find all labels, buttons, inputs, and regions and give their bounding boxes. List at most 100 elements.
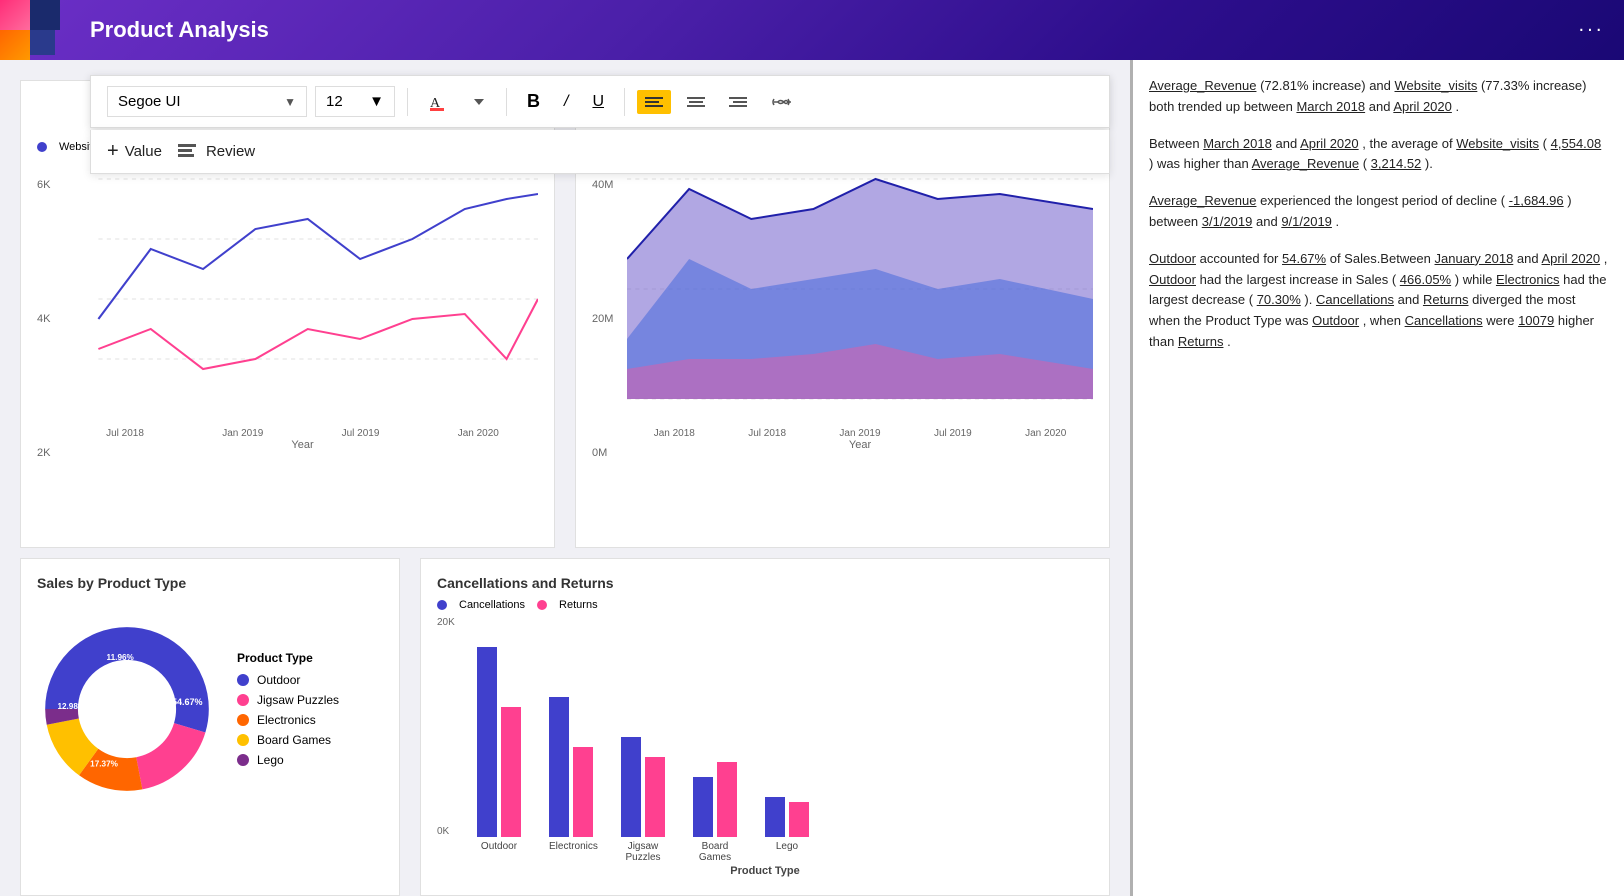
underline-button[interactable]: U <box>584 88 612 116</box>
link-website-visits-1[interactable]: Website_visits <box>1395 78 1478 93</box>
cancellations-chart-box: Cancellations and Returns Cancellations … <box>420 558 1110 896</box>
align-center-button[interactable] <box>679 90 713 114</box>
align-right-button[interactable] <box>721 90 755 114</box>
link-cancellations[interactable]: Cancellations <box>1316 292 1394 307</box>
font-family-selector[interactable]: Segoe UI ▼ <box>107 86 307 117</box>
link-date-end[interactable]: 9/1/2019 <box>1281 214 1332 229</box>
link-returns[interactable]: Returns <box>1423 292 1469 307</box>
link-outdoor-3[interactable]: Outdoor <box>1312 313 1359 328</box>
link-button[interactable] <box>763 90 799 114</box>
x-axis-line-chart: Jul 2018 Jan 2019 Jul 2019 Jan 2020 <box>67 428 538 439</box>
link-pct-decrease[interactable]: 70.30% <box>1257 292 1301 307</box>
link-pct-increase[interactable]: 466.05% <box>1400 272 1451 287</box>
font-color-button[interactable]: A <box>420 87 456 117</box>
link-returns-2[interactable]: Returns <box>1178 334 1224 349</box>
font-color-dropdown[interactable] <box>464 90 494 114</box>
review-button[interactable]: Review <box>178 143 255 160</box>
svg-text:11.96%: 11.96% <box>107 653 135 662</box>
bar-label-boardgames: Board Games <box>693 841 737 863</box>
svg-text:54.67%: 54.67% <box>172 697 203 707</box>
bold-button[interactable]: B <box>519 86 548 117</box>
italic-button[interactable]: / <box>556 88 576 116</box>
link-jan2018[interactable]: January 2018 <box>1435 251 1514 266</box>
logo-orange <box>0 30 30 60</box>
logo-pink <box>0 0 30 30</box>
link-avg-revenue-3[interactable]: Average_Revenue <box>1149 193 1256 208</box>
legend-label-outdoor: Outdoor <box>257 673 300 687</box>
link-avg-revenue-1[interactable]: Average_Revenue <box>1149 78 1256 93</box>
legend-label-returns: Returns <box>559 599 598 611</box>
donut-legend-items: Outdoor Jigsaw Puzzles Electronics <box>237 673 339 767</box>
plus-icon: + <box>107 140 119 163</box>
bar-label-lego: Lego <box>765 841 809 863</box>
add-value-button[interactable]: + Value <box>107 140 162 163</box>
link-electronics[interactable]: Electronics <box>1496 272 1560 287</box>
link-val1[interactable]: 4,554.08 <box>1551 136 1602 151</box>
link-april2020-3[interactable]: April 2020 <box>1542 251 1601 266</box>
bar-lego-returns <box>789 802 809 837</box>
bar-outdoor <box>477 647 521 837</box>
insights-panel: Average_Revenue (72.81% increase) and We… <box>1130 60 1624 896</box>
separator-1 <box>407 88 408 116</box>
align-left-button[interactable] <box>637 90 671 114</box>
bar-jigsaw <box>621 737 665 837</box>
link-num[interactable]: 10079 <box>1518 313 1554 328</box>
legend-item-electronics: Electronics <box>237 713 339 727</box>
separator-2 <box>506 88 507 116</box>
link-cancellations-2[interactable]: Cancellations <box>1405 313 1483 328</box>
bottom-charts: Sales by Product Type <box>20 558 1110 896</box>
legend-item-lego: Lego <box>237 753 339 767</box>
bar-outdoor-cancellations <box>477 647 497 837</box>
bar-electronics <box>549 697 593 837</box>
insight-para-2: Between March 2018 and April 2020 , the … <box>1149 134 1608 176</box>
bar-y-axis: 20K 0K <box>437 617 455 837</box>
app-logo <box>0 0 55 55</box>
formatting-toolbar: Segoe UI ▼ 12 ▼ A B / U <box>90 75 1110 128</box>
font-size-selector[interactable]: 12 ▼ <box>315 86 395 117</box>
bar-groups <box>477 637 809 837</box>
font-size-value: 12 <box>326 93 343 110</box>
bar-x-axis-title: Product Type <box>437 865 1093 877</box>
link-march2018-2[interactable]: March 2018 <box>1203 136 1272 151</box>
line-chart-svg <box>67 159 538 419</box>
insight-para-3: Average_Revenue experienced the longest … <box>1149 191 1608 233</box>
y-axis-line-chart: 6K 4K 2K <box>37 179 50 459</box>
area-chart-svg <box>627 159 1093 419</box>
legend-color-boardgames <box>237 734 249 746</box>
x-axis-title-line: Year <box>67 439 538 451</box>
bar-jigsaw-cancellations <box>621 737 641 837</box>
link-val2[interactable]: 3,214.52 <box>1371 156 1422 171</box>
bar-boardgames-returns <box>717 762 737 837</box>
bar-label-electronics: Electronics <box>549 841 593 863</box>
link-outdoor-1[interactable]: Outdoor <box>1149 251 1196 266</box>
bar-boardgames <box>693 762 737 837</box>
donut-legend-title: Product Type <box>237 651 339 665</box>
link-decline-val[interactable]: -1,684.96 <box>1509 193 1564 208</box>
review-label: Review <box>206 143 255 160</box>
link-pct-outdoor[interactable]: 54.67% <box>1282 251 1326 266</box>
link-date-start[interactable]: 3/1/2019 <box>1202 214 1253 229</box>
insight-para-1: Average_Revenue (72.81% increase) and We… <box>1149 76 1608 118</box>
bar-lego <box>765 797 809 837</box>
link-website-visits-2[interactable]: Website_visits <box>1456 136 1539 151</box>
cancellations-legend: Cancellations Returns <box>437 599 1093 611</box>
insert-toolbar: + Value Review <box>90 130 1110 174</box>
line-chart-container: 6K 4K 2K <box>37 159 538 459</box>
header-menu-dots[interactable]: ··· <box>1578 19 1604 42</box>
link-avg-revenue-2[interactable]: Average_Revenue <box>1252 156 1359 171</box>
legend-item-outdoor: Outdoor <box>237 673 339 687</box>
bar-electronics-returns <box>573 747 593 837</box>
link-march2018-1[interactable]: March 2018 <box>1296 99 1365 114</box>
donut-chart-box: Sales by Product Type <box>20 558 400 896</box>
link-april2020-2[interactable]: April 2020 <box>1300 136 1359 151</box>
header: Product Analysis ··· <box>0 0 1624 60</box>
legend-label-lego: Lego <box>257 753 284 767</box>
link-outdoor-2[interactable]: Outdoor <box>1149 272 1196 287</box>
link-april2020-1[interactable]: April 2020 <box>1393 99 1452 114</box>
font-family-value: Segoe UI <box>118 93 181 110</box>
logo-darkblue <box>30 0 60 30</box>
legend-label-boardgames: Board Games <box>257 733 331 747</box>
bar-boardgames-cancellations <box>693 777 713 837</box>
bar-x-axis-labels: Outdoor Electronics JigsawPuzzles Board … <box>437 841 1093 863</box>
legend-color-outdoor <box>237 674 249 686</box>
